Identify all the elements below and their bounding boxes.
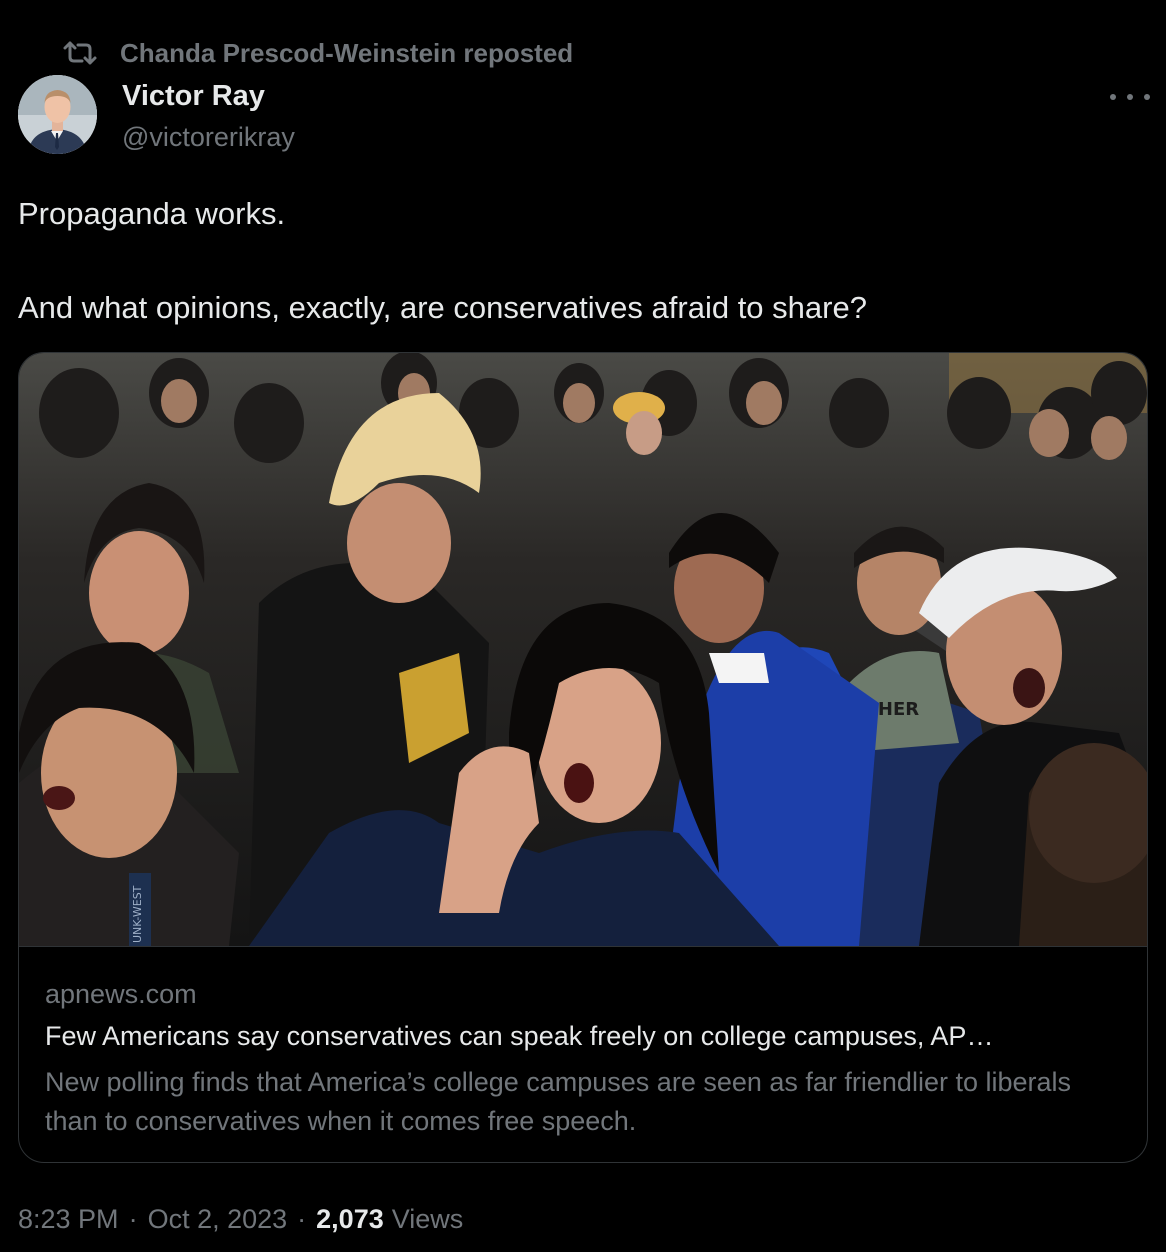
author-name[interactable]: Victor Ray (122, 80, 265, 113)
card-description: New polling finds that America’s college… (45, 1067, 1072, 1136)
repost-icon (62, 39, 98, 67)
author-handle[interactable]: @victorerikray (122, 122, 295, 153)
post-time[interactable]: 8:23 PM (18, 1204, 119, 1235)
more-icon[interactable] (1110, 82, 1150, 112)
repost-text: Chanda Prescod-Weinstein reposted (120, 37, 574, 68)
post-line-1: Propaganda works. (18, 196, 286, 231)
post-text: Propaganda works. And what opinions, exa… (18, 190, 1138, 332)
card-image[interactable]: ASHER UNK-WEST (19, 353, 1147, 946)
post-date[interactable]: Oct 2, 2023 (148, 1204, 288, 1235)
post-line-2: And what opinions, exactly, are conserva… (18, 290, 867, 325)
repost-indicator[interactable]: Chanda Prescod-Weinstein reposted (62, 36, 573, 70)
views-label: Views (391, 1203, 464, 1234)
views-count[interactable]: 2,073 (316, 1204, 384, 1235)
link-card[interactable]: ASHER UNK-WEST apnews.com Few Americans … (18, 352, 1148, 1163)
card-title[interactable]: Few Americans say conservatives can spea… (45, 1021, 1125, 1052)
meta-separator: · (297, 1203, 307, 1234)
avatar[interactable] (18, 75, 97, 154)
card-domain: apnews.com (45, 979, 197, 1009)
meta-separator: · (128, 1203, 138, 1234)
card-divider (19, 946, 1147, 947)
lanyard-text: UNK-WEST (131, 885, 144, 943)
post-meta: 8:23 PM · Oct 2, 2023 · 2,073 Views (18, 1200, 463, 1238)
